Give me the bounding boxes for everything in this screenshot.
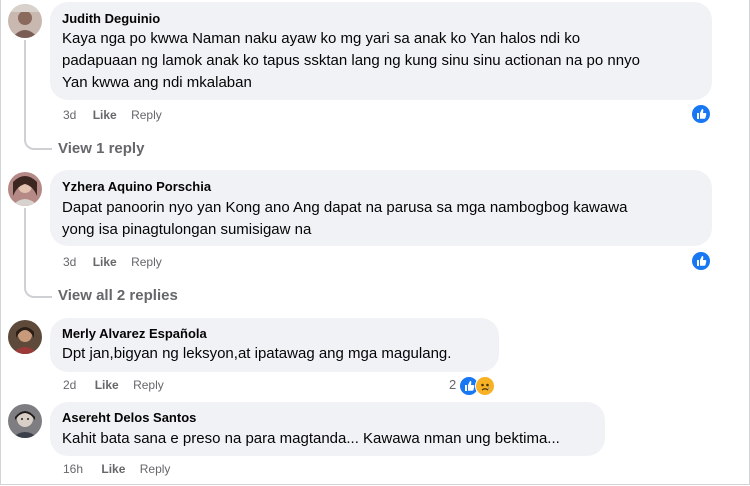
comment-author[interactable]: Yzhera Aquino Porschia	[62, 179, 211, 194]
view-replies-link[interactable]: View 1 reply	[58, 140, 144, 157]
comment-timestamp[interactable]: 16h	[63, 462, 83, 476]
reply-button[interactable]: Reply	[131, 255, 162, 269]
like-button[interactable]: Like	[93, 255, 117, 269]
sad-reaction-icon	[475, 376, 495, 396]
reaction-count: 2	[449, 377, 457, 392]
avatar[interactable]	[8, 4, 42, 38]
comment-actions: 2d Like Reply	[63, 378, 164, 392]
reply-button[interactable]: Reply	[133, 378, 164, 392]
like-reaction-icon[interactable]	[692, 252, 710, 270]
avatar[interactable]	[8, 404, 42, 438]
comment-author[interactable]: Judith Deguinio	[62, 11, 160, 26]
comment-text-line: Kaya nga po kwwa Naman naku ayaw ko mg y…	[62, 30, 581, 47]
like-button[interactable]: Like	[101, 462, 125, 476]
thread-connector	[24, 208, 52, 298]
comment-text: Dpt jan,bigyan ng leksyon,at ipatawag an…	[62, 343, 492, 365]
comment-timestamp[interactable]: 3d	[63, 255, 76, 269]
comment-timestamp[interactable]: 2d	[63, 378, 76, 392]
avatar[interactable]	[8, 172, 42, 206]
comment-actions: 3d Like Reply	[63, 108, 162, 122]
like-reaction-icon[interactable]	[692, 105, 710, 123]
thread-connector	[24, 40, 52, 150]
comment-author[interactable]: Asereht Delos Santos	[62, 410, 196, 425]
comment-text: Dapat panoorin nyo yan Kong ano Ang dapa…	[62, 197, 707, 241]
comment-text-line: Dpt jan,bigyan ng leksyon,at ipatawag an…	[62, 345, 452, 362]
comment-text: Kahit bata sana e preso na para magtanda…	[62, 428, 602, 450]
reply-button[interactable]: Reply	[131, 108, 162, 122]
view-replies-link[interactable]: View all 2 replies	[58, 287, 178, 304]
avatar[interactable]	[8, 320, 42, 354]
comment-text-line: Kahit bata sana e preso na para magtanda…	[62, 430, 560, 447]
comment-text-line: padapuaan ng lamok anak ko tapus ssktan …	[62, 52, 640, 69]
comment-text-line: Yan kwwa ang ndi mkalaban	[62, 74, 252, 91]
like-button[interactable]: Like	[93, 108, 117, 122]
comment-text: Kaya nga po kwwa Naman naku ayaw ko mg y…	[62, 28, 707, 94]
reply-button[interactable]: Reply	[140, 462, 171, 476]
like-button[interactable]: Like	[95, 378, 119, 392]
comment-author[interactable]: Merly Alvarez Española	[62, 326, 207, 341]
comment-timestamp[interactable]: 3d	[63, 108, 76, 122]
comment-text-line: yong isa pinagtulongan sumisigaw na	[62, 221, 312, 238]
comment-actions: 3d Like Reply	[63, 255, 162, 269]
comment-text-line: Dapat panoorin nyo yan Kong ano Ang dapa…	[62, 199, 628, 216]
comment-actions: 16h Like Reply	[63, 462, 170, 476]
